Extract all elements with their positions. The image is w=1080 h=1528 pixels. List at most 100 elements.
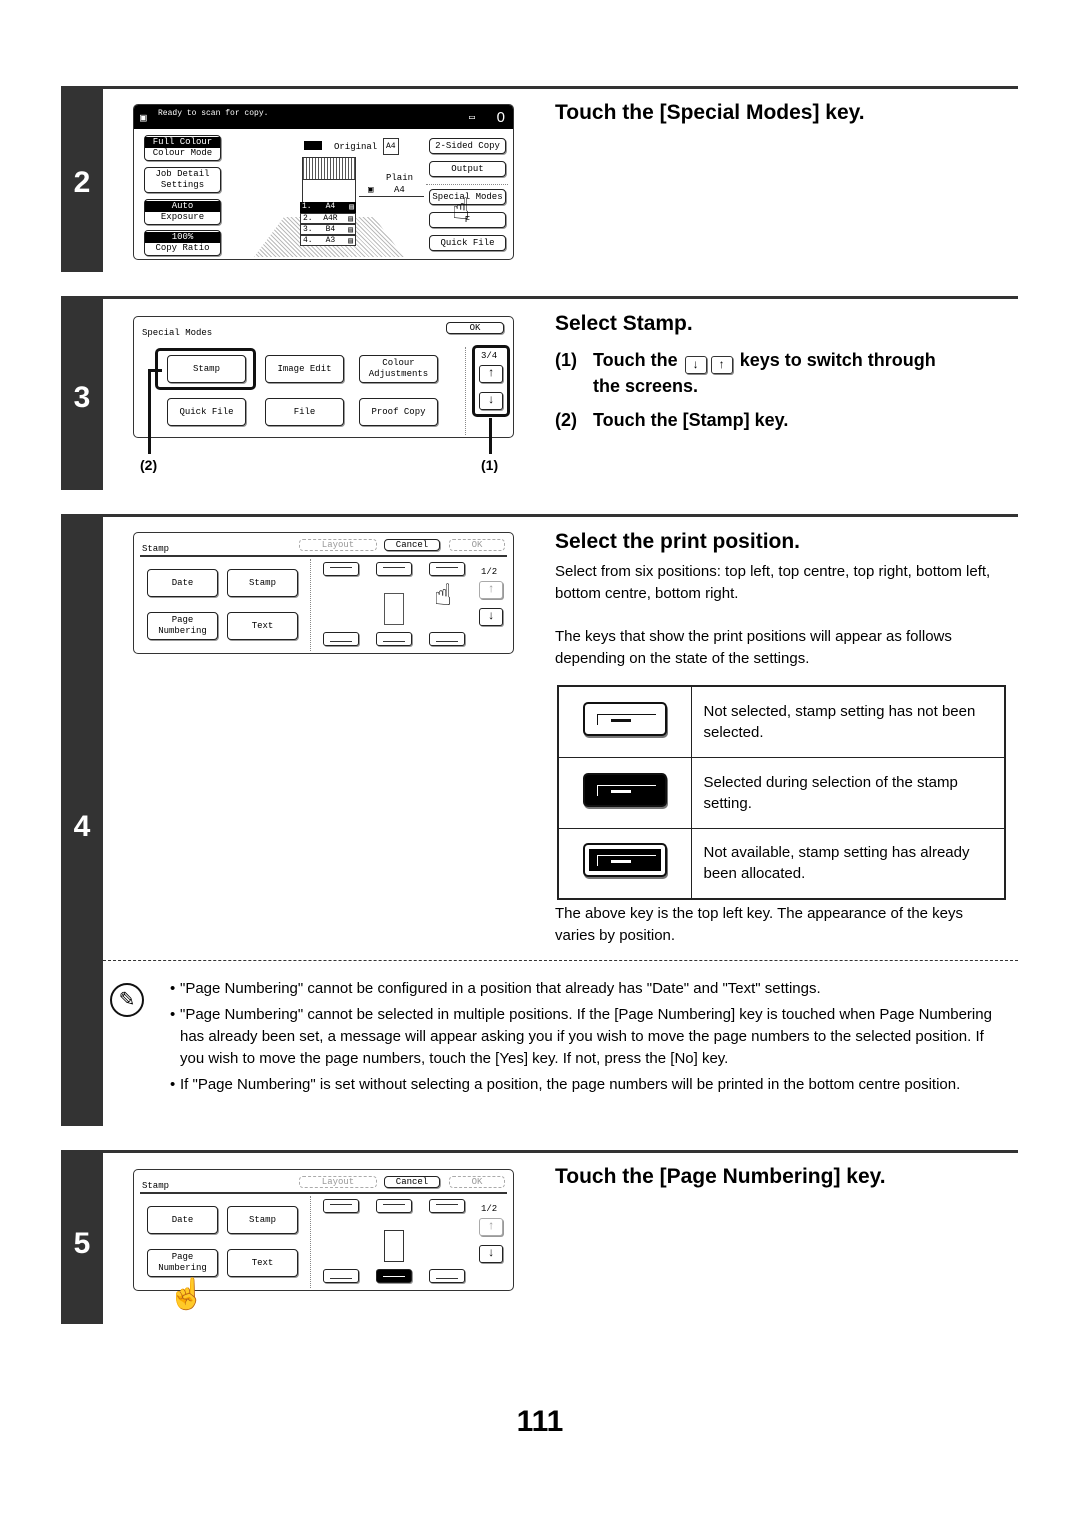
scroll-down-button[interactable]: ↓ [479,392,503,410]
scroll-up-button[interactable]: ↑ [479,1218,503,1236]
down-key-icon: ↓ [684,356,707,374]
status-text: Ready to scan for copy. [158,109,269,118]
original-label: Original [334,142,378,152]
stamp-button[interactable]: Stamp [227,1206,298,1234]
stamp-button[interactable]: Stamp [167,355,246,383]
key-states-table: Not selected, stamp setting has not been… [557,685,1006,900]
not-available-key-icon [582,843,667,878]
page-numbering-button[interactable]: Page Numbering [147,1249,218,1277]
colour-mode-button[interactable]: Full Colour Colour Mode [144,135,221,161]
callout-2-label: (2) [140,457,158,473]
step-3-number: 3 [73,381,91,414]
paper-type: Plain [386,173,414,183]
original-size: A4 [383,138,399,155]
quick-file-button[interactable]: Quick File [167,398,246,426]
tray-4[interactable]: 4. A3 ▤ [300,235,356,246]
copy-ratio-label: Copy Ratio [155,243,210,253]
output-button[interactable]: Output [429,161,506,177]
step-2-number: 2 [73,166,91,199]
date-button[interactable]: Date [147,1206,218,1234]
exposure-button[interactable]: Auto Exposure [144,199,221,225]
colour-mode-label: Colour Mode [152,148,213,158]
scroll-down-button[interactable]: ↓ [479,1245,503,1263]
job-icon: ▭ [468,113,475,124]
ok-button[interactable]: OK [446,322,504,334]
positions-description: Select from six positions: top left, top… [555,563,991,602]
quick-file-button[interactable]: Quick File [429,235,506,251]
position-bottom-right[interactable] [429,1269,465,1283]
position-bottom-centre[interactable] [376,632,412,646]
settings-label: Settings [160,180,205,190]
copy-main-screen: ▣ Ready to scan for copy. ▭ 0 Full Colou… [133,104,514,260]
text-button[interactable]: Text [227,612,298,640]
section-divider [310,1196,311,1288]
position-top-left[interactable] [323,562,359,576]
page-indicator: 1/2 [481,567,498,577]
ok-button[interactable]: OK [449,539,505,551]
tray-2[interactable]: 2. A4R ▤ [300,213,356,224]
substep-1: (1) Touch the ↓ ↑ keys to switch through t… [555,348,1015,399]
proof-copy-button[interactable]: Proof Copy [359,398,438,426]
scroll-down-button[interactable]: ↓ [479,608,503,626]
note-item: "Page Numbering" cannot be selected in m… [170,1004,1010,1070]
ok-button[interactable]: OK [449,1176,505,1188]
title-rule [140,1192,507,1194]
step-5-number: 5 [73,1227,91,1260]
position-top-centre[interactable] [376,562,412,576]
image-edit-button[interactable]: Image Edit [265,355,344,383]
substep-2: (2) Touch the [Stamp] key. [555,408,788,433]
note-item: If "Page Numbering" is set without selec… [170,1074,1010,1096]
position-top-centre[interactable] [376,1199,412,1213]
position-bottom-right[interactable] [429,632,465,646]
step-4-heading: Select the print position. [555,530,801,553]
step-2-heading: Touch the [Special Modes] key. [555,101,865,124]
page-diagram-icon [384,593,404,625]
copy-ratio-button[interactable]: 100% Copy Ratio [144,230,221,256]
position-bottom-left[interactable] [323,1269,359,1283]
page-diagram-icon [384,1230,404,1262]
pointing-hand-icon: ☝ [168,1278,206,1311]
tray-3[interactable]: 3. B4 ▤ [300,224,356,235]
stamp-screen-page-numbering: Stamp Layout Cancel OK Date Stamp Page N… [133,1169,514,1291]
button-divider [426,184,508,185]
not-selected-description: Not selected, stamp setting has not been… [690,685,1006,758]
tray-icon: ▣ [368,185,374,195]
page-indicator: 1/2 [481,1204,498,1214]
position-bottom-centre-selected[interactable] [376,1269,412,1283]
stamp-button[interactable]: Stamp [227,569,298,597]
screen-title: Special Modes [142,328,213,338]
not-available-description: Not available, stamp setting has already… [690,827,1006,900]
substep-1-text-after: keys to switch through [739,350,936,370]
note-item: "Page Numbering" cannot be configured in… [170,978,1010,1000]
colour-adjustments-button[interactable]: Colour Adjustments [359,355,438,383]
position-top-right[interactable] [429,1199,465,1213]
position-top-left[interactable] [323,1199,359,1213]
page-number: 111 [516,1405,564,1438]
layout-button[interactable]: Layout [299,1176,377,1188]
scroll-up-button[interactable]: ↑ [479,365,503,383]
text-button[interactable]: Text [227,1249,298,1277]
job-detail-settings-button[interactable]: Job Detail Settings [144,167,221,193]
step-4-rule [61,514,1018,517]
cancel-button[interactable]: Cancel [384,539,440,551]
position-top-right[interactable] [429,562,465,576]
cancel-button[interactable]: Cancel [384,1176,440,1188]
layout-button[interactable]: Layout [299,539,377,551]
file-button[interactable]: File [265,398,344,426]
step-2-rule [61,86,1018,89]
two-sided-copy-button[interactable]: 2-Sided Copy [429,138,506,154]
tray-1[interactable]: 1. A4 ▤ [300,202,356,213]
status-bar: ▣ Ready to scan for copy. ▭ 0 [134,105,513,129]
copy-count: 0 [496,109,505,126]
scroll-up-button[interactable]: ↑ [479,581,503,599]
table-row: Selected during selection of the stamp s… [557,756,1006,829]
page-numbering-button[interactable]: Page Numbering [147,612,218,640]
tray-list: 1. A4 ▤ 2. A4R ▤ 3. B4 ▤ 4. A3 ▤ [300,202,356,246]
up-key-icon: ↑ [710,356,733,374]
key-appearance-note: The above key is the top left key. The a… [555,905,964,944]
stamp-screen: Stamp Layout Cancel OK Date Stamp Page N… [133,532,514,654]
date-button[interactable]: Date [147,569,218,597]
step-5-rule [61,1150,1018,1153]
pointing-hand-icon: ☝ [434,581,453,615]
position-bottom-left[interactable] [323,632,359,646]
